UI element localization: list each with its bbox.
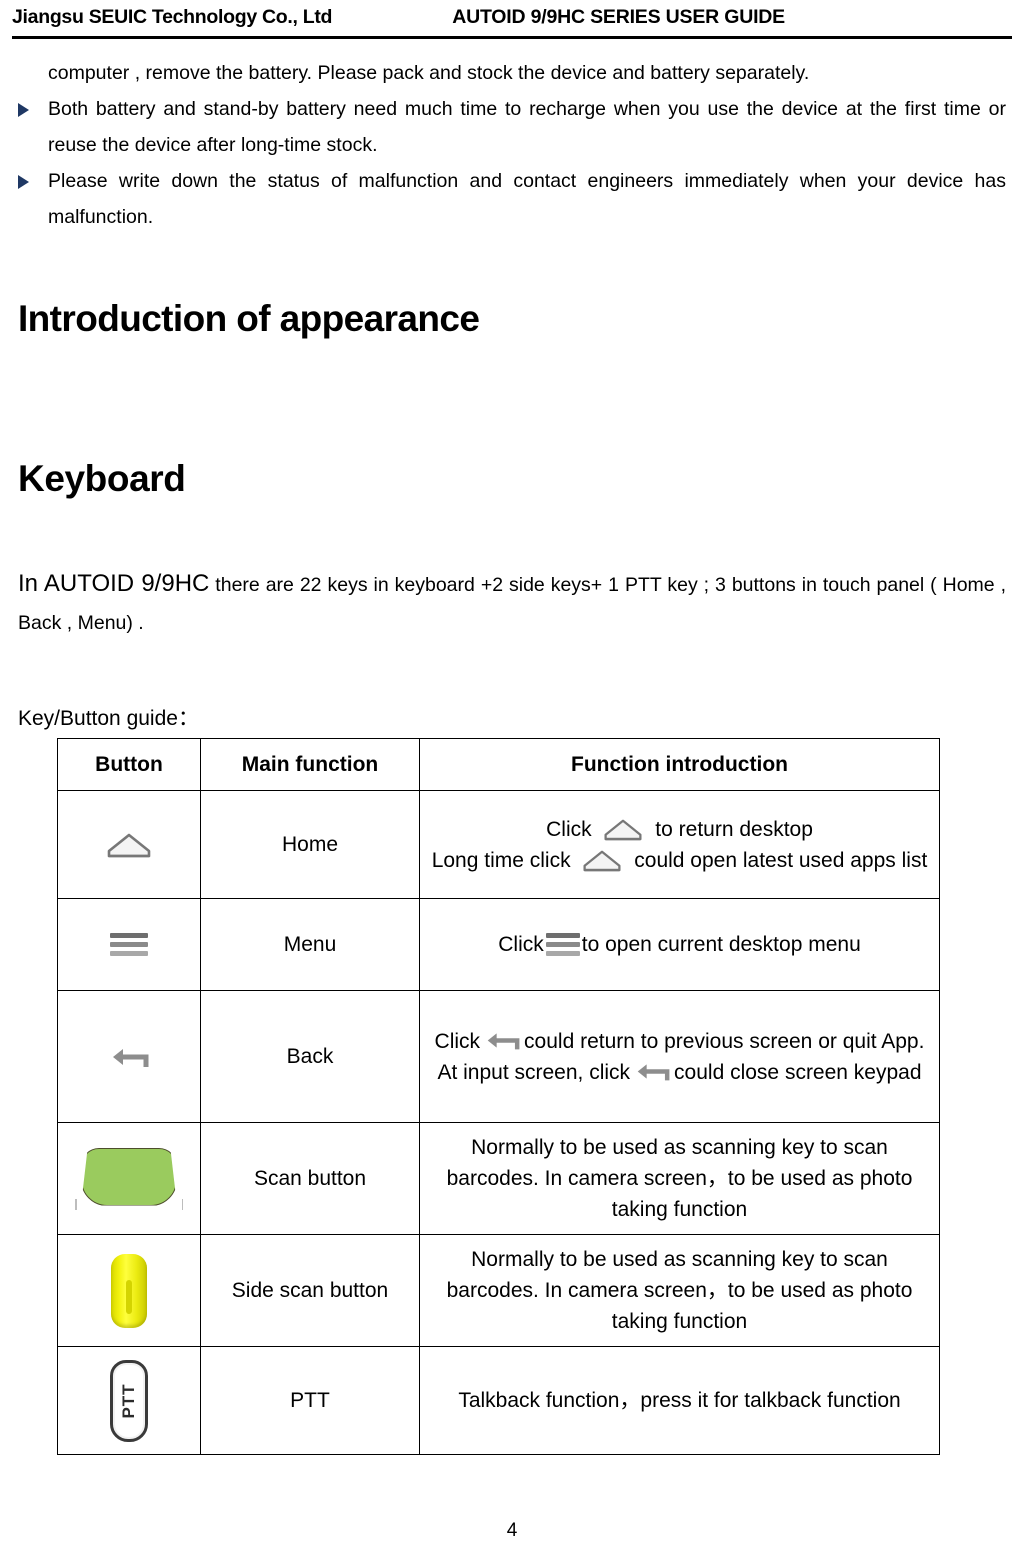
column-header-main-function: Main function — [200, 738, 420, 791]
scan-tick-right-icon — [181, 1198, 183, 1210]
cell-function-introduction: Click to open current desktop menu — [419, 898, 940, 991]
menu-icon — [110, 932, 148, 958]
back-icon — [633, 1059, 671, 1084]
scan-button-icon — [73, 1147, 185, 1210]
section-heading-keyboard: Keyboard — [18, 458, 186, 499]
key-button-guide-label: Key/Button guide： — [18, 707, 199, 730]
page-title: Introduction of appearance — [18, 298, 480, 339]
key-button-table: Button Main function Function introducti… — [57, 738, 940, 1455]
intro-line-post: to return desktop — [655, 817, 813, 841]
list-item-text: Both battery and stand-by battery need m… — [48, 98, 1006, 156]
running-header: Jiangsu SEUIC Technology Co., Ltd AUTOID… — [12, 6, 1012, 36]
triangle-bullet-icon — [18, 103, 29, 117]
cell-button-icon: PTT — [57, 1346, 201, 1455]
column-header-function-introduction: Function introduction — [419, 738, 940, 791]
intro-line-post: could close screen keypad — [674, 1060, 922, 1084]
cell-function-introduction: Talkback function，press it for talkback … — [419, 1346, 940, 1455]
cell-function-introduction: Click could return to previous screen or… — [419, 990, 940, 1123]
keyboard-description-paragraph: In AUTOID 9/9HC there are 22 keys in key… — [18, 565, 1006, 642]
cell-main-function: Back — [200, 990, 420, 1123]
side-scan-button-icon — [111, 1253, 147, 1328]
intro-line-pre: Long time click — [431, 848, 571, 872]
table-row: Side scan button Normally to be used as … — [57, 1234, 940, 1347]
ptt-button-label: PTT — [119, 1382, 138, 1419]
cell-main-function: Scan button — [200, 1122, 420, 1235]
continued-paragraph: computer , remove the battery. Please pa… — [48, 62, 810, 84]
cell-main-function: Home — [200, 790, 420, 899]
page-number: 4 — [506, 1520, 518, 1541]
menu-icon — [545, 932, 580, 956]
intro-line: Click to open current desktop menu — [425, 929, 934, 960]
table-row: Menu Click to open current desktop menu — [57, 898, 940, 991]
cell-button-icon — [57, 990, 201, 1123]
home-icon — [106, 831, 152, 859]
header-company-name: Jiangsu SEUIC Technology Co., Ltd — [12, 6, 333, 28]
table-row: Scan button Normally to be used as scann… — [57, 1122, 940, 1235]
home-icon — [603, 817, 643, 842]
side-scan-slot-icon — [126, 1279, 132, 1314]
intro-line-post: could open latest used apps list — [634, 848, 928, 872]
home-icon — [582, 848, 622, 873]
cell-function-introduction: Normally to be used as scanning key to s… — [419, 1234, 940, 1347]
intro-line: At input screen, click could close scree… — [425, 1057, 934, 1088]
scan-button-shape — [81, 1147, 177, 1206]
intro-line: Click to return desktop — [425, 814, 934, 845]
table-row: Back Click could return to previous scre… — [57, 990, 940, 1123]
cell-function-introduction: Click to return desktop Long time click — [419, 790, 940, 899]
cell-main-function: Menu — [200, 898, 420, 991]
cell-button-icon — [57, 1234, 201, 1347]
intro-line-post: to open current desktop menu — [581, 933, 861, 956]
header-guide-title: AUTOID 9/9HC SERIES USER GUIDE — [452, 6, 785, 28]
ptt-button-icon: PTT — [110, 1359, 148, 1442]
cell-function-introduction: Normally to be used as scanning key to s… — [419, 1122, 940, 1235]
cell-button-icon — [57, 1122, 201, 1235]
keyboard-model-name: In AUTOID 9/9HC — [18, 570, 210, 597]
notes-bullet-list: Both battery and stand-by battery need m… — [18, 91, 1006, 235]
page-content: computer , remove the battery. Please pa… — [0, 55, 1024, 732]
document-page: Jiangsu SEUIC Technology Co., Ltd AUTOID… — [0, 6, 1024, 1560]
cell-main-function: PTT — [200, 1346, 420, 1455]
back-icon — [108, 1043, 150, 1071]
intro-line-pre: Click — [546, 817, 592, 841]
intro-line-pre: Click — [498, 933, 544, 956]
cell-main-function: Side scan button — [200, 1234, 420, 1347]
scan-tick-left-icon — [75, 1198, 77, 1210]
table-row: PTT PTT Talkback function，press it for t… — [57, 1346, 940, 1455]
list-item-text: Please write down the status of malfunct… — [48, 170, 1006, 228]
column-header-button: Button — [57, 738, 201, 791]
cell-button-icon — [57, 790, 201, 899]
intro-line-post: could return to previous screen or quit … — [524, 1029, 925, 1053]
back-icon — [483, 1028, 521, 1053]
list-item: Both battery and stand-by battery need m… — [18, 91, 1006, 163]
cell-button-icon — [57, 898, 201, 991]
intro-line-pre: At input screen, click — [437, 1060, 631, 1084]
intro-line: Long time click could open latest used a… — [425, 845, 934, 876]
triangle-bullet-icon — [18, 175, 29, 189]
list-item: Please write down the status of malfunct… — [18, 163, 1006, 235]
intro-line-pre: Click — [434, 1029, 481, 1053]
table-row: Home Click to return desktop Long time c… — [57, 790, 940, 899]
intro-line: Click could return to previous screen or… — [425, 1026, 934, 1057]
header-divider — [12, 36, 1012, 39]
table-header-row: Button Main function Function introducti… — [57, 738, 940, 791]
